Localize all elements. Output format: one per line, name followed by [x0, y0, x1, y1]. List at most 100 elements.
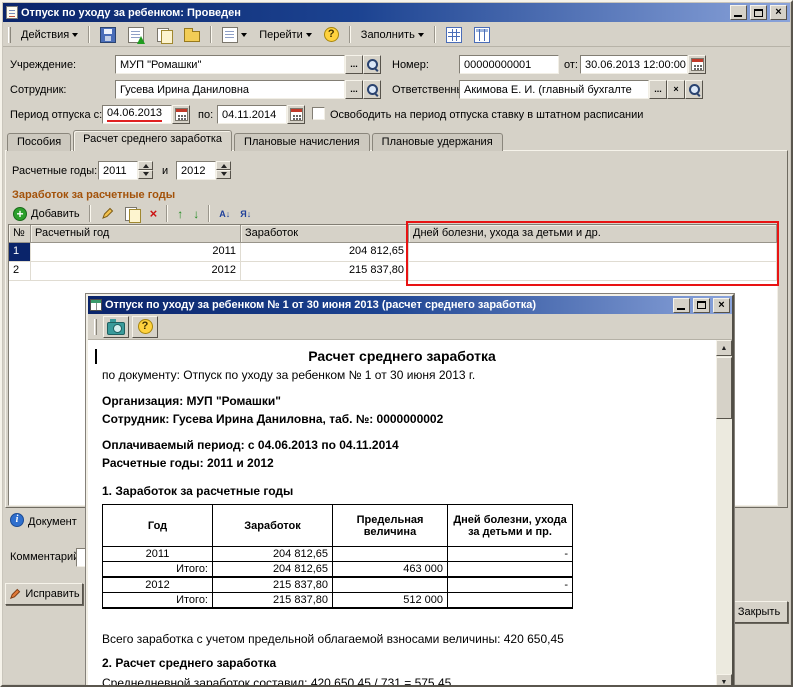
cell-year[interactable]: 2012	[31, 262, 241, 281]
cell-earnings[interactable]: 204 812,65	[241, 243, 409, 262]
window-title: Отпуск по уходу за ребенком: Проведен	[21, 6, 241, 19]
cell-limit: 463 000	[332, 561, 448, 578]
tab-raschet-srednego-zarabotka[interactable]: Расчет среднего заработка	[73, 130, 233, 151]
maximize-button[interactable]	[750, 5, 767, 20]
save-button[interactable]	[95, 25, 121, 45]
goto-label: Перейти	[259, 28, 303, 41]
responsible-select-button[interactable]: ...	[649, 80, 667, 99]
actions-button[interactable]: Действия	[16, 25, 83, 45]
responsible-clear-button[interactable]: ×	[667, 80, 685, 99]
column-header-num[interactable]: №	[9, 225, 31, 243]
employee-select-button[interactable]: ...	[345, 80, 363, 99]
columns-button[interactable]	[469, 25, 495, 45]
edit-row-button[interactable]	[96, 204, 118, 223]
add-row-button[interactable]: Добавить	[9, 204, 84, 223]
move-down-button[interactable]: ↓	[189, 204, 203, 223]
calendar-icon	[289, 108, 303, 121]
print-preview-button[interactable]	[103, 315, 129, 338]
number-input[interactable]: 00000000001	[459, 55, 559, 74]
post-button[interactable]	[123, 25, 149, 45]
scroll-down-button[interactable]: ▼	[716, 674, 732, 686]
copy-row-button[interactable]	[120, 204, 144, 223]
list-settings-button[interactable]	[441, 25, 467, 45]
magnifier-icon	[365, 82, 380, 97]
report-close-button[interactable]: ×	[713, 297, 730, 313]
column-header-year[interactable]: Расчетный год	[31, 225, 241, 243]
column-header-earnings[interactable]: Заработок	[241, 225, 409, 243]
close-button[interactable]: ×	[770, 5, 787, 20]
fix-button[interactable]: Исправить	[5, 583, 83, 605]
goto-button[interactable]: Перейти	[254, 25, 317, 45]
cell-total-label: Итого:	[102, 592, 213, 609]
period-to-calendar-button[interactable]	[287, 105, 305, 124]
columns-icon	[473, 26, 490, 43]
actions-label: Действия	[21, 28, 70, 41]
doc-date-calendar-button[interactable]	[688, 55, 706, 74]
report-maximize-button[interactable]	[693, 297, 710, 313]
add-row-label: Добавить	[31, 207, 80, 220]
year2-up-button[interactable]	[216, 161, 231, 170]
employee-input[interactable]: Гусева Ирина Даниловна	[115, 80, 345, 99]
report-minimize-button[interactable]	[673, 297, 690, 313]
toolbar-separator	[348, 26, 351, 43]
sort-asc-button[interactable]: А↓	[215, 204, 234, 223]
tab-posobiya[interactable]: Пособия	[7, 133, 72, 151]
scroll-down-icon: ▼	[720, 678, 728, 686]
period-to-input[interactable]: 04.11.2014	[217, 105, 287, 124]
scroll-up-icon: ▲	[720, 344, 728, 352]
toolbar-grip[interactable]	[8, 26, 11, 43]
folder-icon	[184, 27, 201, 42]
period-from-input[interactable]: 04.06.2013	[102, 105, 172, 124]
close-form-button[interactable]: Закрыть	[730, 601, 788, 623]
move-up-button[interactable]: ↑	[173, 204, 187, 223]
year1-up-button[interactable]	[138, 161, 153, 170]
dots-icon: ...	[350, 59, 358, 69]
toolbar-grip[interactable]	[94, 318, 97, 335]
scroll-thumb[interactable]	[716, 357, 732, 419]
toolbar-separator	[433, 26, 436, 43]
spin-down-icon	[142, 172, 149, 179]
tab-planovye-uderzhaniya[interactable]: Плановые удержания	[371, 133, 503, 151]
responsible-open-button[interactable]	[685, 80, 703, 99]
year2-down-button[interactable]	[216, 170, 231, 179]
scroll-up-button[interactable]: ▲	[716, 340, 732, 356]
clear-icon: ×	[673, 84, 679, 94]
institution-input[interactable]: МУП "Ромашки"	[115, 55, 345, 74]
year2-input[interactable]: 2012	[176, 161, 216, 180]
report-help-button[interactable]: ?	[132, 315, 158, 338]
cell-sick-days: -	[447, 576, 573, 593]
cell-year[interactable]: 2011	[31, 243, 241, 262]
tab-planovye-nachisleniya[interactable]: Плановые начисления	[234, 133, 370, 151]
doc-date-input[interactable]: 30.06.2013 12:00:00	[580, 55, 688, 74]
cell-limit	[332, 576, 448, 593]
table-row: 2011 204 812,65 -	[102, 546, 573, 562]
minimize-button[interactable]	[730, 5, 747, 20]
report-scrollbar[interactable]: ▲ ▼	[716, 340, 732, 686]
copy-button[interactable]	[151, 25, 177, 45]
delete-row-button[interactable]: ×	[146, 204, 162, 223]
year1-down-button[interactable]	[138, 170, 153, 179]
cell-earnings[interactable]: 215 837,80	[241, 262, 409, 281]
year1-input[interactable]: 2011	[98, 161, 138, 180]
magnifier-icon	[365, 57, 380, 72]
earnings-toolbar: Добавить × ↑ ↓ А↓ Я↓	[9, 204, 255, 223]
institution-open-button[interactable]	[363, 55, 381, 74]
responsible-input[interactable]: Акимова Е. И. (главный бухгалте	[459, 80, 649, 99]
main-toolbar: Действия Перейти ? Заполнить	[3, 23, 790, 47]
cell-num[interactable]: 1	[9, 243, 31, 262]
help-button[interactable]: ?	[319, 25, 344, 45]
release-position-checkbox[interactable]	[312, 107, 325, 120]
period-to-field: 04.11.2014	[217, 105, 305, 124]
report-table: Год Заработок Предельная величина Дней б…	[102, 504, 573, 609]
institution-select-button[interactable]: ...	[345, 55, 363, 74]
sort-desc-button[interactable]: Я↓	[236, 204, 255, 223]
cell-num[interactable]: 2	[9, 262, 31, 281]
spin-up-icon	[220, 161, 227, 168]
report-col-sick-days: Дней болезни, ухода за детьми и пр.	[447, 504, 573, 547]
employee-open-button[interactable]	[363, 80, 381, 99]
copy-icon	[124, 206, 141, 223]
period-from-calendar-button[interactable]	[172, 105, 190, 124]
fill-button[interactable]: Заполнить	[356, 25, 429, 45]
movements-button[interactable]	[179, 25, 205, 45]
print-button[interactable]	[217, 25, 252, 45]
